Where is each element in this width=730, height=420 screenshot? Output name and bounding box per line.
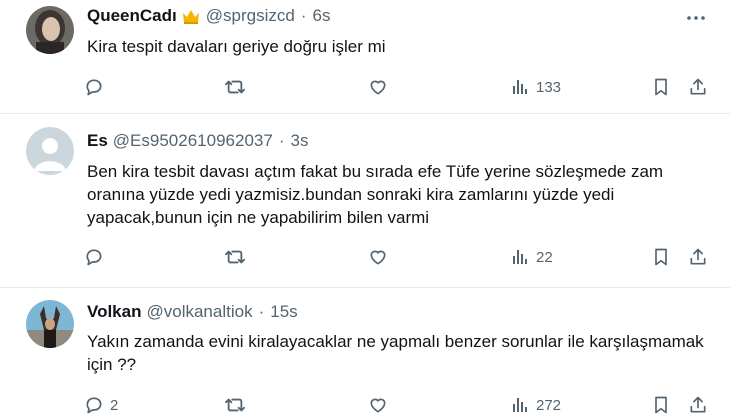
author-handle[interactable]: @volkanaltiok — [146, 302, 252, 322]
views-icon — [510, 247, 530, 267]
views-icon — [510, 395, 530, 415]
repost-icon — [224, 247, 246, 267]
avatar[interactable] — [26, 300, 74, 348]
bookmark-icon — [651, 247, 671, 267]
reply-icon — [84, 395, 104, 415]
avatar[interactable] — [26, 6, 74, 54]
bookmark-icon — [651, 77, 671, 97]
repost-icon — [224, 77, 246, 97]
share-button[interactable] — [688, 77, 708, 97]
share-button[interactable] — [688, 395, 708, 415]
like-icon — [368, 395, 388, 415]
share-icon — [688, 247, 708, 267]
author-handle[interactable]: @sprgsizcd — [206, 6, 295, 26]
separator-dot: · — [300, 6, 307, 25]
like-icon — [368, 77, 388, 97]
timestamp[interactable]: 6s — [312, 6, 330, 26]
tweet-2[interactable]: Es @Es9502610962037 · 3s Ben kira tesbit… — [0, 114, 730, 286]
repost-button[interactable] — [224, 247, 252, 267]
views-count: 133 — [536, 78, 562, 96]
bookmark-button[interactable] — [651, 247, 671, 267]
views-button[interactable]: 272 — [510, 395, 561, 415]
share-icon — [688, 77, 708, 97]
like-button[interactable] — [368, 395, 394, 415]
separator-dot: · — [278, 131, 285, 150]
repost-button[interactable] — [224, 395, 252, 415]
action-bar: 22 — [0, 245, 730, 271]
bookmark-button[interactable] — [651, 77, 671, 97]
timestamp[interactable]: 15s — [270, 302, 297, 322]
views-button[interactable]: 133 — [510, 77, 561, 97]
views-button[interactable]: 22 — [510, 247, 553, 267]
views-count: 272 — [536, 396, 562, 414]
reply-count: 2 — [110, 396, 119, 414]
author-name[interactable]: Es — [87, 131, 108, 151]
author-name[interactable]: QueenCadı — [87, 6, 177, 26]
bookmark-icon — [651, 395, 671, 415]
repost-button[interactable] — [224, 77, 252, 97]
like-button[interactable] — [368, 247, 394, 267]
reply-button[interactable]: 2 — [84, 395, 118, 415]
reply-button[interactable] — [84, 247, 110, 267]
tweet-text: Kira tespit davaları geriye doğru işler … — [87, 37, 386, 56]
crown-icon — [181, 7, 201, 25]
author-name[interactable]: Volkan — [87, 302, 141, 322]
action-bar: 2 272 — [0, 393, 730, 419]
views-count: 22 — [536, 248, 553, 266]
tweet-text: Ben kira tesbit davası açtım fakat bu sı… — [87, 162, 668, 227]
share-icon — [688, 395, 708, 415]
reply-button[interactable] — [84, 77, 110, 97]
reply-icon — [84, 77, 104, 97]
tweet-3[interactable]: Volkan @volkanaltiok · 15s Yakın zamanda… — [0, 288, 730, 420]
bookmark-button[interactable] — [651, 395, 671, 415]
action-bar: 133 — [0, 75, 730, 101]
tweet-1[interactable]: QueenCadı @sprgsizcd · 6s Kira tespit da… — [0, 0, 730, 111]
repost-icon — [224, 395, 246, 415]
author-handle[interactable]: @Es9502610962037 — [113, 131, 273, 151]
tweet-text: Yakın zamanda evini kiralayacaklar ne ya… — [87, 332, 709, 374]
separator-dot: · — [258, 302, 265, 321]
like-button[interactable] — [368, 77, 394, 97]
avatar[interactable] — [26, 127, 74, 175]
share-button[interactable] — [688, 247, 708, 267]
reply-icon — [84, 247, 104, 267]
timestamp[interactable]: 3s — [290, 131, 308, 151]
like-icon — [368, 247, 388, 267]
views-icon — [510, 77, 530, 97]
more-icon[interactable] — [686, 8, 706, 28]
